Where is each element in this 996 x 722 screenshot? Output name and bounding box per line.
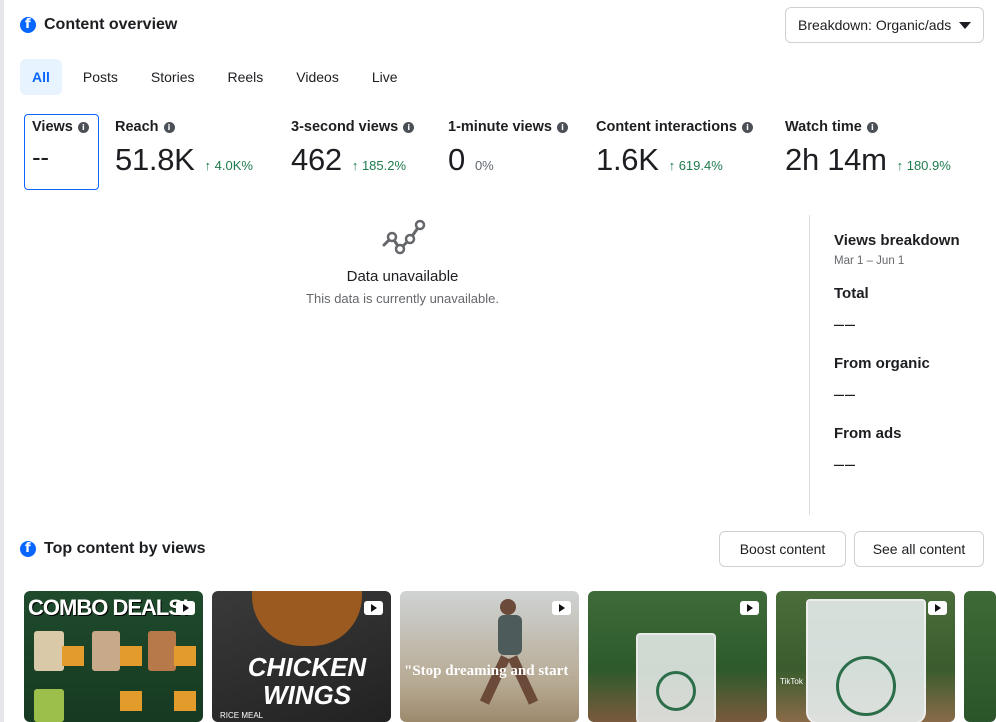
breakdown-organic-value: –– (834, 384, 857, 404)
thumbnail-caption: "Stop dreaming and start (404, 663, 569, 679)
breakdown-date-range: Mar 1 – Jun 1 (834, 255, 905, 267)
metric-label: 3-second views (291, 119, 399, 135)
thumbnail-caption: TikTok (780, 677, 803, 686)
content-thumbnail[interactable]: "Stop dreaming and start (400, 591, 579, 722)
info-icon[interactable]: i (163, 121, 175, 133)
content-type-tabs: All Posts Stories Reels Videos Live (20, 59, 419, 95)
facebook-icon: f (20, 17, 36, 33)
section-title: Content overview (44, 16, 178, 33)
metric-reach[interactable]: Reach i 51.8K ↑ 4.0K% (115, 116, 253, 178)
content-thumbnail[interactable]: CHICKEN WINGS RICE MEAL (212, 591, 391, 722)
metric-3-second-views[interactable]: 3-second views i 462 ↑ 185.2% (291, 116, 415, 178)
content-thumbnail[interactable] (964, 591, 996, 722)
line-chart-icon (382, 219, 425, 255)
unavailable-subtitle: This data is currently unavailable. (306, 291, 499, 306)
breakdown-organic-label: From organic (834, 355, 930, 372)
divider (809, 215, 810, 515)
metric-1-minute-views[interactable]: 1-minute views i 0 0% (448, 116, 568, 178)
tab-reels[interactable]: Reels (215, 59, 275, 95)
caret-down-icon (959, 21, 971, 29)
video-play-icon (552, 601, 571, 615)
content-thumbnail[interactable]: COMBO DEALS! (24, 591, 203, 722)
video-play-icon (176, 601, 195, 615)
video-play-icon (740, 601, 759, 615)
metric-change: ↑ 180.9% (896, 158, 951, 173)
views-breakdown-panel: Views breakdown Mar 1 – Jun 1 Total –– F… (834, 232, 994, 475)
breakdown-title: Views breakdown (834, 232, 960, 249)
metric-label: Reach (115, 119, 159, 135)
section-title: Top content by views (44, 540, 206, 557)
tab-posts[interactable]: Posts (71, 59, 130, 95)
unavailable-title: Data unavailable (346, 268, 459, 285)
info-icon[interactable]: i (556, 121, 568, 133)
breakdown-dropdown[interactable]: Breakdown: Organic/ads (785, 7, 984, 43)
breakdown-total-label: Total (834, 285, 869, 302)
metric-value: -- (32, 142, 49, 172)
info-icon[interactable]: i (403, 121, 415, 133)
video-play-icon (928, 601, 947, 615)
info-icon[interactable]: i (741, 121, 753, 133)
metric-value: 0 (448, 142, 465, 177)
boost-content-button[interactable]: Boost content (719, 531, 846, 567)
facebook-icon: f (20, 541, 36, 557)
content-thumbnail[interactable]: TikTok (776, 591, 955, 722)
metric-change: ↑ 185.2% (351, 158, 407, 173)
top-content-header: f Top content by views (20, 540, 206, 558)
breakdown-ads-label: From ads (834, 425, 902, 442)
tab-videos[interactable]: Videos (284, 59, 351, 95)
thumbnail-subcaption: RICE MEAL (220, 711, 264, 720)
info-icon[interactable]: i (77, 121, 89, 133)
video-play-icon (364, 601, 383, 615)
metric-label: Content interactions (596, 119, 737, 135)
tab-all[interactable]: All (20, 59, 62, 95)
thumbnail-caption: COMBO DEALS! (28, 595, 189, 620)
metric-label: Watch time (785, 119, 862, 135)
breakdown-total-value: –– (834, 314, 857, 334)
metric-value: 51.8K (115, 142, 195, 177)
metric-label: Views (32, 119, 73, 135)
metric-views[interactable]: Views i -- (32, 116, 89, 173)
breakdown-ads-value: –– (834, 454, 857, 474)
metric-value: 462 (291, 142, 342, 177)
metric-label: 1-minute views (448, 119, 552, 135)
metric-value: 2h 14m (785, 142, 887, 177)
data-unavailable-placeholder: Data unavailable This data is currently … (250, 215, 555, 306)
metric-change: ↑ 4.0K% (204, 158, 253, 173)
tab-live[interactable]: Live (360, 59, 410, 95)
metric-value: 1.6K (596, 142, 659, 177)
left-border (0, 0, 4, 722)
metric-watch-time[interactable]: Watch time i 2h 14m ↑ 180.9% (785, 116, 951, 178)
breakdown-label: Breakdown: Organic/ads (798, 17, 952, 33)
info-icon[interactable]: i (866, 121, 878, 133)
metric-change: ↑ 619.4% (668, 158, 723, 173)
metric-content-interactions[interactable]: Content interactions i 1.6K ↑ 619.4% (596, 116, 753, 178)
content-thumbnail[interactable] (588, 591, 767, 722)
thumbnail-caption: CHICKEN WINGS (247, 652, 367, 710)
metric-change: 0% (474, 158, 494, 173)
tab-stories[interactable]: Stories (139, 59, 207, 95)
content-overview-header: f Content overview (20, 16, 177, 34)
see-all-content-button[interactable]: See all content (854, 531, 984, 567)
